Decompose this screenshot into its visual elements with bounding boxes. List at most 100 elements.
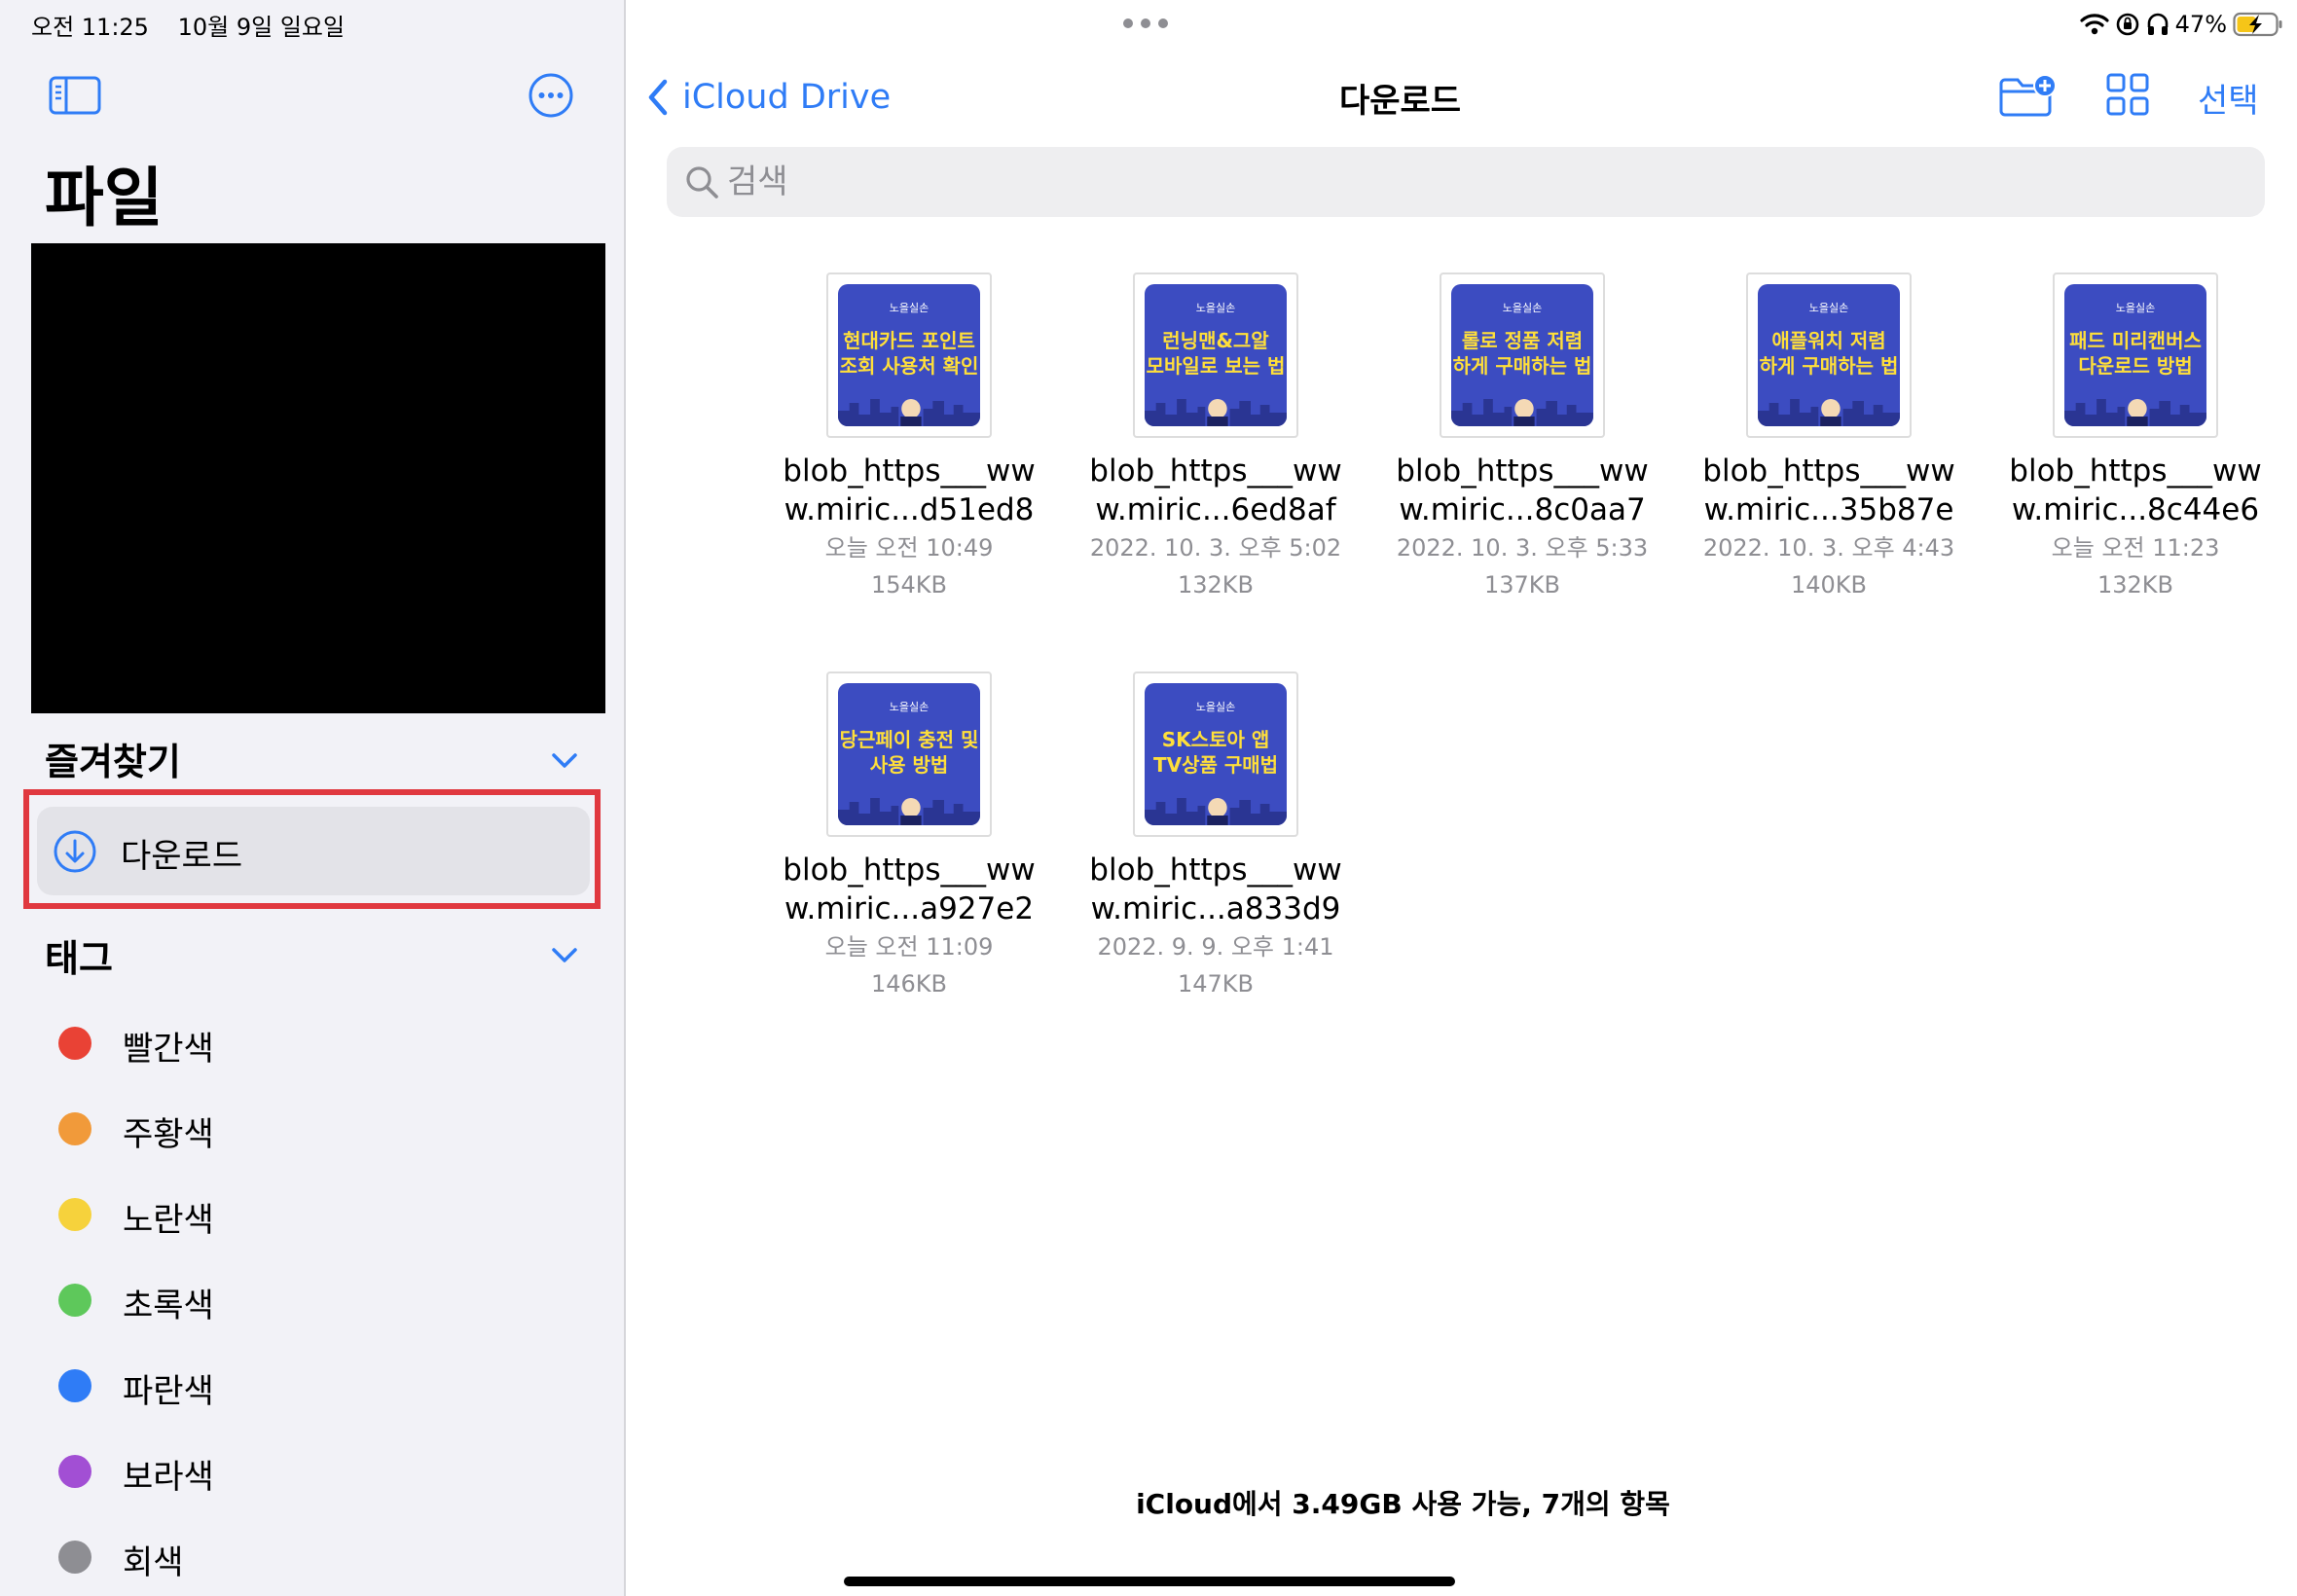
tag-blue[interactable]: 파란색: [55, 1360, 580, 1411]
file-size: 132KB: [1177, 571, 1254, 598]
thumb-title-line1: 당근페이 충전 및: [839, 728, 979, 751]
file-item[interactable]: 노을실손 런닝맨&그알 모바일로 보는 법 blob_https___ww w.…: [1089, 272, 1342, 603]
file-item[interactable]: 노을실손 애플워치 저렴 하게 구매하는 법 blob_https___ww w…: [1702, 272, 1955, 603]
file-name-line1: blob_https___ww: [1089, 852, 1342, 888]
thumb-brand: 노을실손: [2115, 302, 2156, 314]
thumb-title-line2: 하게 구매하는 법: [1452, 354, 1592, 378]
city-skyline-icon: [1758, 399, 1900, 426]
city-skyline-icon: [1451, 399, 1593, 426]
file-date: 2022. 10. 3. 오후 5:33: [1396, 534, 1649, 562]
file-thumbnail[interactable]: 노을실손 당근페이 충전 및 사용 방법: [826, 671, 992, 837]
file-thumbnail[interactable]: 노을실손 롤로 정품 저렴 하게 구매하는 법: [1440, 272, 1605, 438]
search-bar[interactable]: [667, 147, 2265, 217]
home-indicator[interactable]: [844, 1577, 1455, 1586]
thumb-title-line1: 현대카드 포인트: [843, 329, 975, 352]
city-skyline-icon: [838, 798, 980, 825]
tag-purple[interactable]: 보라색: [55, 1446, 580, 1497]
thumb-brand: 노을실손: [889, 302, 930, 314]
sidebar-item-downloads[interactable]: 다운로드: [37, 807, 590, 895]
tag-label: 보라색: [123, 1458, 214, 1497]
file-thumbnail[interactable]: 노을실손 SK스토아 앱 TV상품 구매법: [1133, 671, 1298, 837]
tags-header[interactable]: 태그: [45, 928, 113, 982]
page-title: 다운로드: [1338, 82, 1462, 121]
more-options-icon[interactable]: [528, 72, 574, 119]
thumb-brand: 노을실손: [889, 701, 930, 713]
favorites-header[interactable]: 즐겨찾기: [45, 732, 181, 785]
thumb-title-line2: 다운로드 방법: [2078, 354, 2193, 378]
tag-color-dot: [58, 1369, 91, 1402]
thumb-title-line1: 패드 미리캔버스: [2069, 329, 2202, 352]
multitasking-dots-icon[interactable]: [1122, 18, 1169, 29]
select-button[interactable]: 선택: [2198, 74, 2259, 122]
download-circle-icon: [54, 830, 96, 873]
file-item[interactable]: 노을실손 패드 미리캔버스 다운로드 방법 blob_https___ww w.…: [2009, 272, 2262, 603]
thumb-brand: 노을실손: [1195, 701, 1236, 713]
city-skyline-icon: [2064, 399, 2206, 426]
status-bar-left: 오전 11:25 10월 9일 일요일: [31, 8, 366, 42]
battery-percentage: 47%: [2174, 11, 2227, 38]
storage-status-wrap: iCloud에서 3.49GB 사용 가능, 7개의 항목: [628, 1483, 2297, 1522]
tag-color-dot: [58, 1284, 91, 1317]
tag-color-dot: [58, 1455, 91, 1488]
sidebar-item-label: 다운로드: [121, 837, 243, 876]
sidebar-title: 파일: [45, 161, 164, 236]
city-skyline-icon: [1145, 399, 1287, 426]
file-size: 154KB: [870, 571, 947, 598]
main-pane: 47% iCloud Drive 다운로드 선택 검색 노을실손 현대카드 포인…: [628, 0, 2297, 1596]
thumb-title-line1: SK스토아 앱: [1161, 728, 1270, 751]
file-date: 오늘 오전 11:09: [824, 933, 994, 961]
thumb-title-line1: 애플워치 저렴: [1771, 329, 1886, 352]
file-item[interactable]: 노을실손 당근페이 충전 및 사용 방법 blob_https___ww w.m…: [783, 671, 1036, 1002]
battery-charging-icon: [2233, 12, 2282, 37]
city-skyline-icon: [838, 399, 980, 426]
city-skyline-icon: [1145, 798, 1287, 825]
sidebar-toggle-icon[interactable]: [49, 74, 101, 117]
file-date: 2022. 10. 3. 오후 5:02: [1089, 534, 1342, 562]
tag-green[interactable]: 초록색: [55, 1275, 580, 1325]
file-size: 132KB: [2096, 571, 2173, 598]
wifi-icon: [2080, 14, 2109, 35]
file-name-line1: blob_https___ww: [1396, 453, 1649, 489]
file-name-line2: w.miric...a833d9: [1090, 891, 1341, 926]
file-size: 147KB: [1177, 970, 1254, 998]
file-date: 2022. 9. 9. 오후 1:41: [1097, 933, 1334, 961]
tag-red[interactable]: 빨간색: [55, 1018, 580, 1069]
new-folder-icon[interactable]: [1998, 72, 2059, 119]
thumb-title-line2: 사용 방법: [869, 753, 949, 777]
file-size: 140KB: [1790, 571, 1867, 598]
file-name-line2: w.miric...6ed8af: [1095, 492, 1336, 527]
file-item[interactable]: 노을실손 SK스토아 앱 TV상품 구매법 blob_https___ww w.…: [1089, 671, 1342, 1002]
thumb-title-line1: 롤로 정품 저렴: [1461, 329, 1584, 352]
file-thumbnail[interactable]: 노을실손 현대카드 포인트 조회 사용처 확인: [826, 272, 992, 438]
orientation-lock-icon: [2116, 13, 2138, 36]
redacted-locations-area: [31, 243, 605, 713]
tag-color-dot: [58, 1112, 91, 1145]
file-size: 137KB: [1483, 571, 1560, 598]
tag-gray[interactable]: 회색: [55, 1532, 580, 1582]
file-item[interactable]: 노을실손 롤로 정품 저렴 하게 구매하는 법 blob_https___ww …: [1396, 272, 1649, 603]
sidebar: 오전 11:25 10월 9일 일요일 파일 즐겨찾기 다운로드 태그 빨간색: [0, 0, 626, 1596]
file-item[interactable]: 노을실손 현대카드 포인트 조회 사용처 확인 blob_https___ww …: [783, 272, 1036, 603]
tag-label: 초록색: [123, 1287, 214, 1325]
thumb-brand: 노을실손: [1808, 302, 1849, 314]
chevron-down-icon[interactable]: [547, 938, 582, 973]
file-date: 오늘 오전 11:23: [2051, 534, 2220, 562]
headphones-icon: [2147, 13, 2168, 35]
file-name-line2: w.miric...35b87e: [1703, 492, 1954, 527]
tag-color-dot: [58, 1027, 91, 1060]
tag-label: 회색: [123, 1543, 184, 1582]
grid-view-icon[interactable]: [2105, 72, 2150, 117]
file-thumbnail[interactable]: 노을실손 런닝맨&그알 모바일로 보는 법: [1133, 272, 1298, 438]
tag-orange[interactable]: 주황색: [55, 1104, 580, 1154]
chevron-down-icon[interactable]: [547, 744, 582, 779]
status-bar-right: 47%: [2080, 8, 2283, 41]
tag-label: 빨간색: [123, 1030, 214, 1069]
thumb-title-line2: 하게 구매하는 법: [1759, 354, 1899, 378]
file-size: 146KB: [870, 970, 947, 998]
thumb-title-line2: TV상품 구매법: [1152, 753, 1279, 777]
file-thumbnail[interactable]: 노을실손 애플워치 저렴 하게 구매하는 법: [1746, 272, 1912, 438]
file-thumbnail[interactable]: 노을실손 패드 미리캔버스 다운로드 방법: [2053, 272, 2218, 438]
tag-yellow[interactable]: 노란색: [55, 1189, 580, 1240]
search-input[interactable]: [727, 157, 2187, 207]
tag-label: 파란색: [123, 1372, 214, 1411]
